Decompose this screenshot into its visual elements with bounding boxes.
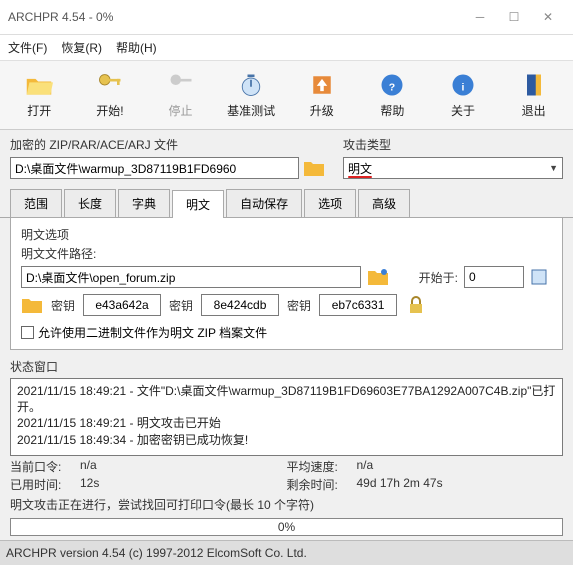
plaintext-panel: 明文选项 明文文件路径: 开始于: 密钥 密钥 密钥 允许使用二进制文件作为明文… <box>10 218 563 350</box>
start-at-label: 开始于: <box>419 269 458 286</box>
clock-icon <box>237 71 265 99</box>
upgrade-button[interactable]: 升级 <box>287 67 358 123</box>
chevron-down-icon: ▼ <box>549 163 558 173</box>
attack-type-label: 攻击类型 <box>343 136 563 153</box>
start-at-icon[interactable] <box>530 266 552 288</box>
encrypted-file-label: 加密的 ZIP/RAR/ACE/ARJ 文件 <box>10 136 325 153</box>
key3-label: 密钥 <box>287 297 311 314</box>
upgrade-icon <box>308 71 336 99</box>
menubar: 文件(F) 恢复(R) 帮助(H) <box>0 35 573 61</box>
open-button[interactable]: 打开 <box>4 67 75 123</box>
current-pw-value: n/a <box>80 458 287 475</box>
tab-dict[interactable]: 字典 <box>118 189 170 217</box>
lock-icon[interactable] <box>405 294 427 316</box>
minimize-button[interactable]: ─ <box>463 6 497 28</box>
maximize-button[interactable]: ☐ <box>497 6 531 28</box>
open-icon <box>25 71 53 99</box>
statusbar: ARCHPR version 4.54 (c) 1997-2012 ElcomS… <box>0 540 573 565</box>
titlebar: ARCHPR 4.54 - 0% ─ ☐ ✕ <box>0 0 573 35</box>
log-line: 2021/11/15 18:49:21 - 明文攻击已开始 <box>17 415 556 431</box>
tab-options[interactable]: 选项 <box>304 189 356 217</box>
key-icon <box>96 71 124 99</box>
attack-type-dropdown[interactable]: 明文 ▼ <box>343 157 563 179</box>
exit-icon <box>520 71 548 99</box>
svg-text:?: ? <box>389 81 395 93</box>
exit-button[interactable]: 退出 <box>498 67 569 123</box>
menu-help[interactable]: 帮助(H) <box>116 39 157 56</box>
attack-type-value: 明文 <box>348 160 372 177</box>
key2-label: 密钥 <box>169 297 193 314</box>
menu-recover[interactable]: 恢复(R) <box>61 39 102 56</box>
benchmark-button[interactable]: 基准测试 <box>216 67 287 123</box>
remaining-value: 49d 17h 2m 47s <box>357 476 564 493</box>
stats-grid: 当前口令: n/a 平均速度: n/a 已用时间: 12s 剩余时间: 49d … <box>0 456 573 495</box>
status-title: 状态窗口 <box>10 358 563 375</box>
menu-file[interactable]: 文件(F) <box>8 39 47 56</box>
key1-input[interactable] <box>83 294 161 316</box>
start-button[interactable]: 开始! <box>75 67 146 123</box>
allow-binary-label: 允许使用二进制文件作为明文 ZIP 档案文件 <box>38 324 267 341</box>
log-line: 2021/11/15 18:49:34 - 加密密钥已成功恢复! <box>17 432 556 448</box>
key2-input[interactable] <box>201 294 279 316</box>
tab-length[interactable]: 长度 <box>64 189 116 217</box>
about-button[interactable]: i 关于 <box>428 67 499 123</box>
tab-advanced[interactable]: 高级 <box>358 189 410 217</box>
avg-speed-label: 平均速度: <box>287 458 357 475</box>
stop-button: 停止 <box>145 67 216 123</box>
help-icon: ? <box>378 71 406 99</box>
log-line: 2021/11/15 18:49:21 - 文件"D:\桌面文件\warmup_… <box>17 383 556 415</box>
log-box[interactable]: 2021/11/15 18:49:21 - 文件"D:\桌面文件\warmup_… <box>10 378 563 456</box>
toolbar: 打开 开始! 停止 基准测试 升级 ? 帮助 i 关于 退出 <box>0 61 573 130</box>
elapsed-value: 12s <box>80 476 287 493</box>
tabs: 范围 长度 字典 明文 自动保存 选项 高级 <box>0 189 573 218</box>
status-panel: 状态窗口 2021/11/15 18:49:21 - 文件"D:\桌面文件\wa… <box>10 358 563 456</box>
progress-bar: 0% <box>10 518 563 536</box>
key1-label: 密钥 <box>51 297 75 314</box>
remaining-label: 剩余时间: <box>287 476 357 493</box>
current-pw-label: 当前口令: <box>10 458 80 475</box>
plaintext-path-input[interactable] <box>21 266 361 288</box>
avg-speed-value: n/a <box>357 458 564 475</box>
status-message: 明文攻击正在进行，尝试找回可打印口令(最长 10 个字符) <box>0 495 573 514</box>
stop-icon <box>167 71 195 99</box>
browse-plaintext-icon[interactable] <box>367 266 389 288</box>
key1-icon[interactable] <box>21 294 43 316</box>
path-label: 明文文件路径: <box>21 245 552 262</box>
elapsed-label: 已用时间: <box>10 476 80 493</box>
encrypted-file-input[interactable] <box>10 157 299 179</box>
tab-plaintext[interactable]: 明文 <box>172 190 224 218</box>
params-row: 加密的 ZIP/RAR/ACE/ARJ 文件 攻击类型 明文 ▼ <box>0 130 573 185</box>
help-button[interactable]: ? 帮助 <box>357 67 428 123</box>
browse-icon[interactable] <box>303 157 325 179</box>
key3-input[interactable] <box>319 294 397 316</box>
tab-autosave[interactable]: 自动保存 <box>226 189 302 217</box>
start-at-input[interactable] <box>464 266 524 288</box>
tab-range[interactable]: 范围 <box>10 189 62 217</box>
close-button[interactable]: ✕ <box>531 6 565 28</box>
panel-title: 明文选项 <box>21 226 552 243</box>
allow-binary-checkbox[interactable] <box>21 326 34 339</box>
info-icon: i <box>449 71 477 99</box>
svg-text:i: i <box>462 81 465 93</box>
window-title: ARCHPR 4.54 - 0% <box>8 10 463 24</box>
